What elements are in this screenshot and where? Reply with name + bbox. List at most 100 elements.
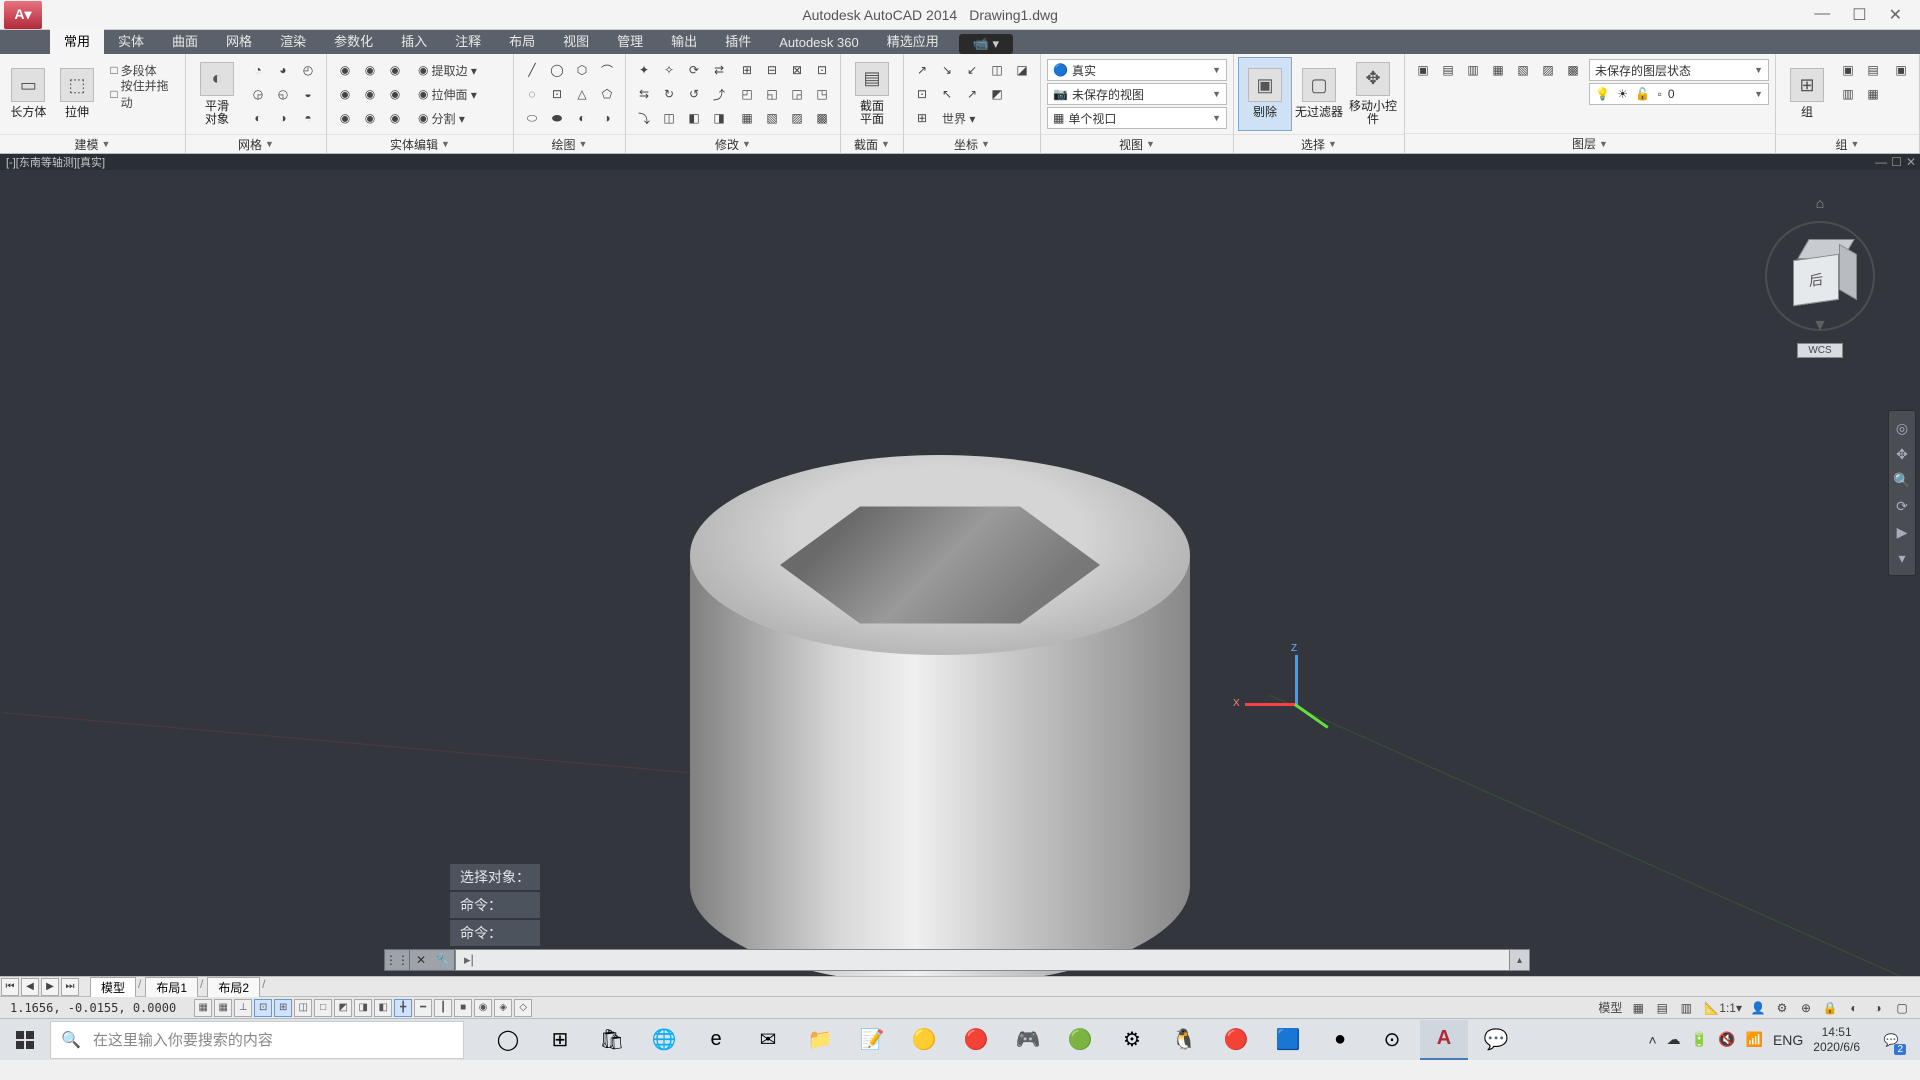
- menu-camera-dropdown[interactable]: 📹 ▾: [959, 34, 1013, 54]
- command-grip-icon[interactable]: ⋮⋮: [384, 949, 410, 971]
- annotation-autoscale-icon[interactable]: ⚙: [1772, 999, 1792, 1017]
- ribbon-icon[interactable]: ◕: [271, 59, 295, 81]
- layout-tab-布局1[interactable]: 布局1: [145, 977, 198, 997]
- ribbon-icon[interactable]: ⇆: [632, 83, 656, 105]
- ribbon-icon[interactable]: 世界 ▾: [935, 107, 995, 129]
- ribbon-icon[interactable]: ▦: [735, 107, 759, 129]
- ribbon-icon[interactable]: ⊡: [545, 83, 569, 105]
- panel-title[interactable]: 图层 ▼: [1405, 133, 1775, 153]
- layout-tab-模型[interactable]: 模型: [90, 977, 136, 997]
- tray-clock[interactable]: 14:51 2020/6/6: [1813, 1025, 1860, 1054]
- tray-volume-icon[interactable]: 🔇: [1718, 1031, 1735, 1048]
- drawing-viewport[interactable]: Z X ⌂ ▼ 后 WCS ◎ ✥ 🔍 ⟳ ▶ ▾ 选择对象：命令：命令： ⋮⋮…: [0, 170, 1920, 976]
- ribbon-icon[interactable]: ⌒: [595, 59, 619, 81]
- ribbon-item[interactable]: ◉ 分割 ▾: [411, 107, 507, 129]
- ribbon-icon[interactable]: ⬭: [520, 107, 544, 129]
- maximize-button[interactable]: ☐: [1852, 5, 1866, 25]
- ribbon-icon[interactable]: ▦: [1861, 83, 1885, 105]
- menu-tab-12[interactable]: 插件: [711, 27, 765, 54]
- ribbon-icon[interactable]: ⬠: [595, 83, 619, 105]
- panel-title[interactable]: 实体编辑 ▼: [327, 134, 513, 153]
- navigation-bar[interactable]: ◎ ✥ 🔍 ⟳ ▶ ▾: [1888, 410, 1916, 576]
- layout-next-icon[interactable]: ▶: [41, 978, 59, 996]
- ribbon-icon[interactable]: ⊟: [760, 59, 784, 81]
- tray-weather-icon[interactable]: ☁: [1667, 1031, 1681, 1048]
- panel-title[interactable]: 截面 ▼: [841, 134, 903, 153]
- ribbon-icon[interactable]: ◲: [785, 83, 809, 105]
- menu-tab-5[interactable]: 参数化: [320, 27, 387, 54]
- ribbon-icon[interactable]: ▩: [1561, 59, 1585, 81]
- status-toggle-7[interactable]: ◩: [334, 999, 352, 1017]
- ribbon-icon[interactable]: ◯: [545, 59, 569, 81]
- ribbon-icon[interactable]: ▤: [1861, 59, 1885, 81]
- ribbon-icon[interactable]: ◶: [246, 83, 270, 105]
- status-toggle-2[interactable]: ⊥: [234, 999, 252, 1017]
- taskbar-app-0[interactable]: ◯: [484, 1020, 532, 1060]
- ribbon-icon[interactable]: ↗: [910, 59, 934, 81]
- ribbon-icon[interactable]: ◨: [707, 107, 731, 129]
- status-toggle-9[interactable]: ◧: [374, 999, 392, 1017]
- menu-tab-14[interactable]: 精选应用: [873, 27, 953, 54]
- taskbar-app-15[interactable]: 🟦: [1264, 1020, 1312, 1060]
- ribbon-item[interactable]: ◉ 提取边 ▾: [411, 59, 507, 81]
- ribbon-icon[interactable]: ◱: [760, 83, 784, 105]
- menu-tab-0[interactable]: 常用: [50, 27, 104, 54]
- ribbon-icon[interactable]: ◧: [682, 107, 706, 129]
- ribbon-icon[interactable]: ▣: [1411, 59, 1435, 81]
- ribbon-icon[interactable]: ▥: [1836, 83, 1860, 105]
- viewport-close-button[interactable]: ✕: [1906, 155, 1916, 169]
- layout-tab-布局2[interactable]: 布局2: [207, 977, 260, 997]
- ribbon-icon[interactable]: ◉: [333, 107, 357, 129]
- ribbon-icon[interactable]: ⬬: [545, 107, 569, 129]
- taskbar-app-9[interactable]: 🔴: [952, 1020, 1000, 1060]
- ribbon-icon[interactable]: ◪: [1010, 59, 1034, 81]
- status-toggle-4[interactable]: ⊞: [274, 999, 292, 1017]
- ucs-icon[interactable]: Z X: [1245, 655, 1325, 735]
- ribbon-icon[interactable]: ▨: [1536, 59, 1560, 81]
- quickview-layouts-icon[interactable]: ▤: [1652, 999, 1672, 1017]
- viewport-label[interactable]: [-][东南等轴测][真实]: [6, 154, 105, 170]
- status-toggle-6[interactable]: □: [314, 999, 332, 1017]
- customize-commandline-icon[interactable]: 🔧: [432, 950, 454, 970]
- nav-expand-icon[interactable]: ▾: [1889, 545, 1915, 571]
- status-toggle-12[interactable]: ┃: [434, 999, 452, 1017]
- taskbar-app-11[interactable]: 🟢: [1056, 1020, 1104, 1060]
- ribbon-icon[interactable]: ◉: [383, 59, 407, 81]
- ribbon-icon[interactable]: ▣: [1889, 59, 1913, 81]
- ribbon-icon[interactable]: ▩: [810, 107, 834, 129]
- tray-battery-icon[interactable]: 🔋: [1691, 1031, 1708, 1048]
- ribbon-icon[interactable]: ◉: [358, 83, 382, 105]
- clean-screen-icon[interactable]: ▢: [1892, 999, 1912, 1017]
- menu-tab-11[interactable]: 输出: [657, 27, 711, 54]
- ribbon-icon[interactable]: ◵: [271, 83, 295, 105]
- taskbar-app-8[interactable]: 🟡: [900, 1020, 948, 1060]
- toolbar-lock-icon[interactable]: 🔒: [1820, 999, 1840, 1017]
- ribbon-icon[interactable]: ◌: [520, 83, 544, 105]
- ribbon-icon[interactable]: ▥: [1461, 59, 1485, 81]
- nav-showmotion-icon[interactable]: ▶: [1889, 519, 1915, 545]
- ribbon-icon[interactable]: ↺: [682, 83, 706, 105]
- menu-tab-10[interactable]: 管理: [603, 27, 657, 54]
- panel-title[interactable]: 修改 ▼: [626, 134, 840, 153]
- command-input[interactable]: ▸|: [455, 949, 1510, 971]
- tray-network-icon[interactable]: 📶: [1746, 1031, 1763, 1048]
- status-toggle-16[interactable]: ◇: [514, 999, 532, 1017]
- ribbon-icon[interactable]: ◩: [985, 83, 1009, 105]
- viewport-minimize-button[interactable]: —: [1875, 155, 1887, 169]
- ribbon-dropdown[interactable]: 📷未保存的视图▼: [1047, 83, 1227, 105]
- taskbar-app-19[interactable]: 💬: [1472, 1020, 1520, 1060]
- ribbon-icon[interactable]: ↘: [935, 59, 959, 81]
- viewcube-side-face[interactable]: [1839, 244, 1857, 300]
- taskbar-app-10[interactable]: 🎮: [1004, 1020, 1052, 1060]
- taskbar-app-17[interactable]: ⊙: [1368, 1020, 1416, 1060]
- annotation-visibility-icon[interactable]: 👤: [1748, 999, 1768, 1017]
- ribbon-icon[interactable]: ◓: [296, 107, 320, 129]
- taskbar-app-7[interactable]: 📝: [848, 1020, 896, 1060]
- coordinates-readout[interactable]: 1.1656, -0.0155, 0.0000: [0, 1001, 186, 1015]
- viewport-maximize-button[interactable]: ☐: [1891, 155, 1902, 169]
- status-toggle-11[interactable]: ━: [414, 999, 432, 1017]
- taskbar-app-16[interactable]: ●: [1316, 1020, 1364, 1060]
- layout-prev-icon[interactable]: ◀: [21, 978, 39, 996]
- ribbon-dropdown[interactable]: 🔵真实▼: [1047, 59, 1227, 81]
- status-toggle-0[interactable]: ▦: [194, 999, 212, 1017]
